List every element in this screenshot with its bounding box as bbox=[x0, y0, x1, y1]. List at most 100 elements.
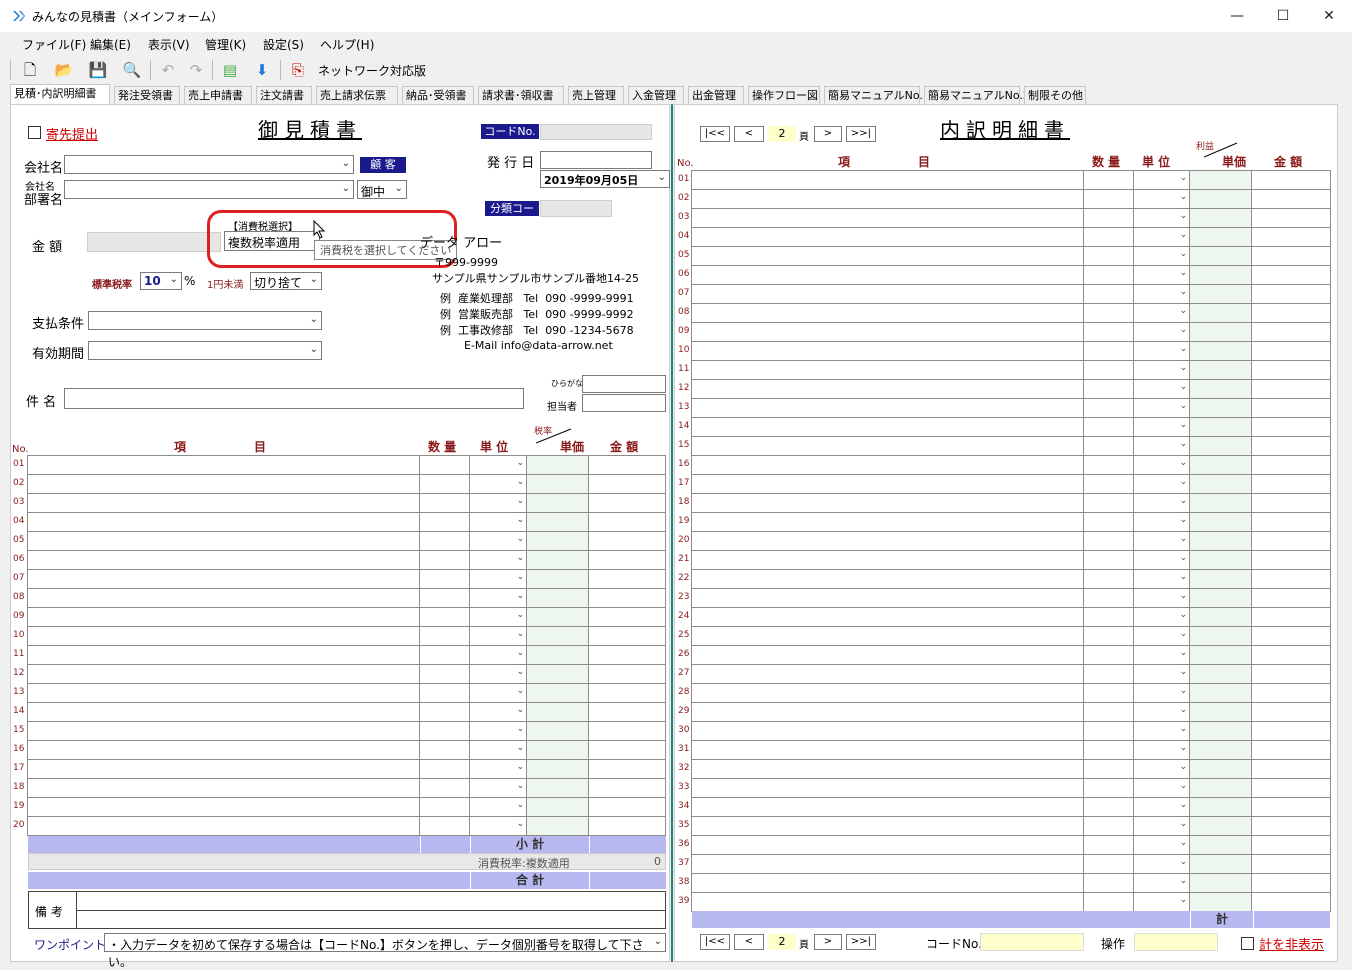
grid-cell[interactable] bbox=[526, 493, 590, 513]
grid-cell[interactable] bbox=[419, 493, 471, 513]
grid-cell[interactable] bbox=[26, 607, 421, 627]
grid-cell[interactable] bbox=[526, 740, 590, 760]
next-page-button[interactable]: > bbox=[814, 126, 842, 142]
grid-cell[interactable] bbox=[1083, 303, 1135, 323]
tab-manual-1[interactable]: 簡易マニュアルNo.1 bbox=[824, 86, 930, 104]
grid-cell[interactable] bbox=[1251, 474, 1331, 494]
grid-cell[interactable] bbox=[690, 550, 1085, 570]
grid-cell[interactable] bbox=[588, 740, 666, 760]
grid-cell[interactable] bbox=[690, 303, 1085, 323]
dept-select[interactable]: ⌄ bbox=[64, 180, 354, 199]
grid-cell[interactable]: ⌄ bbox=[1133, 797, 1191, 817]
grid-cell[interactable]: ⌄ bbox=[1133, 892, 1191, 912]
grid-cell[interactable] bbox=[588, 721, 666, 741]
grid-cell[interactable] bbox=[1189, 797, 1253, 817]
grid-cell[interactable] bbox=[690, 531, 1085, 551]
grid-cell[interactable] bbox=[690, 208, 1085, 228]
grid-cell[interactable] bbox=[1189, 246, 1253, 266]
grid-cell[interactable] bbox=[526, 474, 590, 494]
grid-cell[interactable]: ⌄ bbox=[1133, 379, 1191, 399]
grid-cell[interactable] bbox=[1083, 493, 1135, 513]
tab-invoice-receipt[interactable]: 請求書･領収書 bbox=[478, 86, 564, 104]
tab-order-receipt[interactable]: 発注受領書 bbox=[114, 86, 180, 104]
last-page-button[interactable]: >>| bbox=[846, 126, 876, 142]
grid-cell[interactable]: ⌄ bbox=[1133, 721, 1191, 741]
grid-cell[interactable] bbox=[1251, 816, 1331, 836]
grid-cell[interactable] bbox=[1251, 398, 1331, 418]
tab-sales-invoice[interactable]: 売上請求伝票 bbox=[316, 86, 398, 104]
grid-cell[interactable] bbox=[526, 683, 590, 703]
customer-button[interactable]: 顧 客 bbox=[360, 157, 406, 173]
grid-cell[interactable] bbox=[1251, 626, 1331, 646]
grid-cell[interactable] bbox=[1251, 360, 1331, 380]
grid-cell[interactable] bbox=[1083, 664, 1135, 684]
grid-cell[interactable] bbox=[1083, 474, 1135, 494]
calculator-icon[interactable]: ▤ bbox=[218, 58, 242, 82]
grid-cell[interactable] bbox=[1189, 892, 1253, 912]
grid-cell[interactable] bbox=[526, 759, 590, 779]
onepoint-select[interactable]: ・入力データを初めて保存する場合は【コードNo.】ボタンを押し、データ個別番号を… bbox=[104, 933, 666, 969]
grid-cell[interactable] bbox=[1251, 341, 1331, 361]
grid-cell[interactable] bbox=[526, 607, 590, 627]
grid-cell[interactable]: ⌄ bbox=[1133, 512, 1191, 532]
grid-cell[interactable]: ⌄ bbox=[1133, 474, 1191, 494]
grid-cell[interactable] bbox=[1189, 417, 1253, 437]
next-page-button[interactable]: > bbox=[814, 934, 842, 950]
redo-icon[interactable]: ↷ bbox=[184, 58, 208, 82]
grid-cell[interactable] bbox=[1083, 531, 1135, 551]
download-icon[interactable]: ⬇ bbox=[250, 58, 274, 82]
grid-cell[interactable] bbox=[1083, 702, 1135, 722]
grid-cell[interactable] bbox=[1251, 607, 1331, 627]
grid-cell[interactable] bbox=[1083, 227, 1135, 247]
grid-cell[interactable] bbox=[419, 512, 471, 532]
tab-estimate[interactable]: 見積･内訳明細書 bbox=[10, 84, 110, 104]
grid-cell[interactable] bbox=[588, 702, 666, 722]
grid-cell[interactable] bbox=[26, 721, 421, 741]
grid-cell[interactable] bbox=[1189, 170, 1253, 190]
grid-cell[interactable] bbox=[26, 531, 421, 551]
grid-cell[interactable] bbox=[690, 493, 1085, 513]
menu-settings[interactable]: 設定(S) bbox=[263, 36, 304, 53]
grid-cell[interactable] bbox=[1189, 322, 1253, 342]
grid-cell[interactable] bbox=[588, 645, 666, 665]
grid-cell[interactable] bbox=[26, 645, 421, 665]
grid-cell[interactable] bbox=[1251, 778, 1331, 798]
grid-cell[interactable]: ⌄ bbox=[1133, 626, 1191, 646]
grid-cell[interactable] bbox=[1251, 854, 1331, 874]
grid-cell[interactable] bbox=[1083, 873, 1135, 893]
grid-cell[interactable] bbox=[419, 588, 471, 608]
grid-cell[interactable] bbox=[1083, 645, 1135, 665]
grid-cell[interactable] bbox=[26, 512, 421, 532]
operation-input[interactable] bbox=[1134, 933, 1218, 951]
hide-total-checkbox[interactable] bbox=[1241, 937, 1254, 950]
grid-cell[interactable] bbox=[588, 493, 666, 513]
grid-cell[interactable] bbox=[1251, 721, 1331, 741]
grid-cell[interactable] bbox=[419, 626, 471, 646]
grid-cell[interactable] bbox=[1189, 759, 1253, 779]
send-checkbox[interactable] bbox=[28, 126, 41, 139]
grid-cell[interactable] bbox=[1189, 854, 1253, 874]
grid-cell[interactable] bbox=[1251, 170, 1331, 190]
grid-cell[interactable] bbox=[1189, 208, 1253, 228]
grid-cell[interactable] bbox=[690, 740, 1085, 760]
grid-cell[interactable] bbox=[1251, 455, 1331, 475]
tab-payment-out[interactable]: 出金管理 bbox=[688, 86, 744, 104]
grid-cell[interactable] bbox=[588, 550, 666, 570]
grid-cell[interactable] bbox=[690, 398, 1085, 418]
amount-field[interactable] bbox=[87, 232, 221, 252]
grid-cell[interactable] bbox=[419, 550, 471, 570]
grid-cell[interactable] bbox=[690, 892, 1085, 912]
grid-cell[interactable] bbox=[419, 683, 471, 703]
grid-cell[interactable] bbox=[526, 797, 590, 817]
grid-cell[interactable] bbox=[1251, 645, 1331, 665]
grid-cell[interactable] bbox=[690, 626, 1085, 646]
grid-cell[interactable] bbox=[690, 759, 1085, 779]
grid-cell[interactable]: ⌄ bbox=[469, 778, 528, 798]
grid-cell[interactable] bbox=[690, 436, 1085, 456]
grid-cell[interactable] bbox=[1251, 379, 1331, 399]
menu-file[interactable]: ファイル(F) bbox=[22, 36, 86, 53]
grid-cell[interactable] bbox=[1083, 398, 1135, 418]
grid-cell[interactable]: ⌄ bbox=[469, 474, 528, 494]
grid-cell[interactable] bbox=[419, 664, 471, 684]
grid-cell[interactable] bbox=[690, 360, 1085, 380]
